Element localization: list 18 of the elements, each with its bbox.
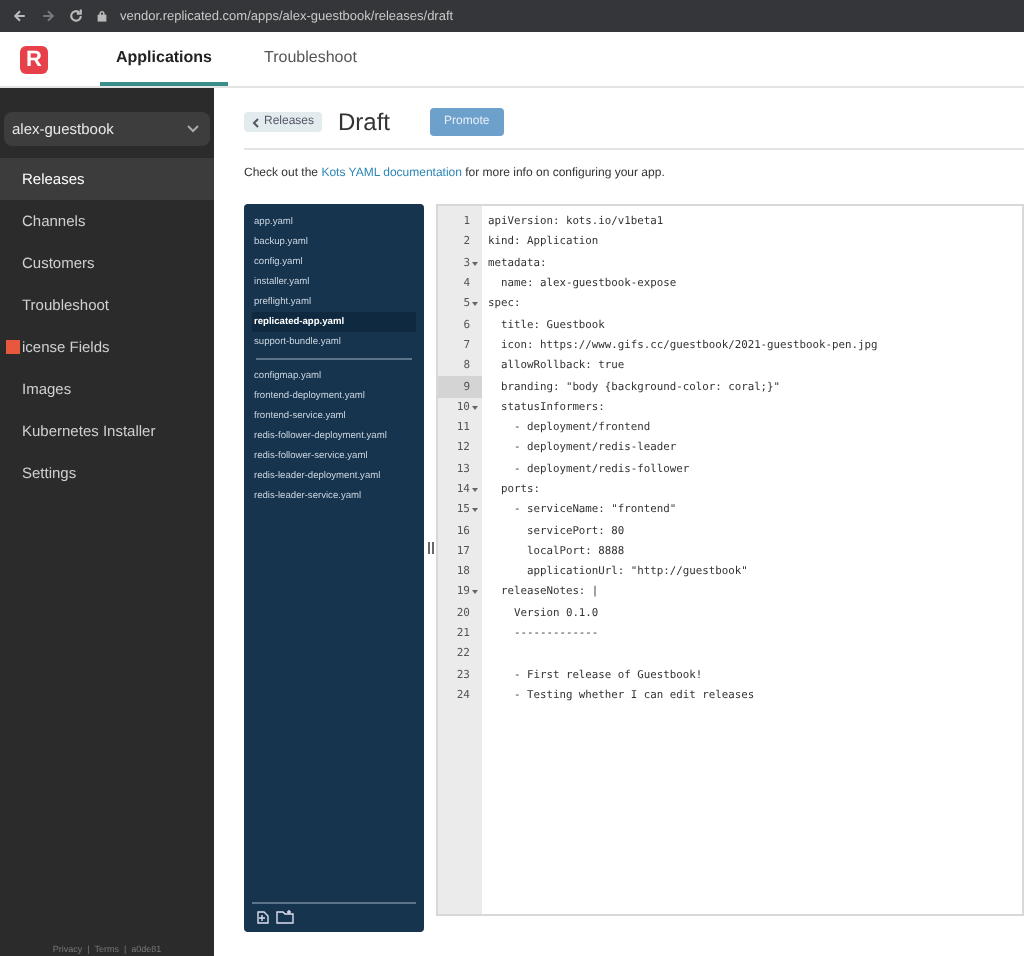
lock-icon <box>96 10 108 22</box>
new-folder-icon[interactable] <box>276 910 294 924</box>
back-icon[interactable] <box>12 8 28 24</box>
chevron-left-icon <box>252 117 260 127</box>
fold-arrow-icon[interactable] <box>472 302 478 307</box>
resize-handle-icon[interactable] <box>428 542 434 554</box>
fold-arrow-icon[interactable] <box>472 488 478 492</box>
new-file-icon[interactable] <box>256 910 270 924</box>
reload-icon[interactable] <box>68 8 84 24</box>
fold-arrow-icon[interactable] <box>472 508 478 513</box>
page-title: Draft <box>338 108 391 136</box>
nav-tab[interactable]: Troubleshoot <box>248 32 373 86</box>
forward-icon[interactable] <box>40 8 56 24</box>
logo[interactable]: R <box>20 46 48 74</box>
chevron-down-icon <box>186 124 200 134</box>
fold-arrow-icon[interactable] <box>472 590 478 595</box>
fold-arrow-icon[interactable] <box>472 261 478 266</box>
fold-arrow-icon[interactable] <box>472 405 478 410</box>
